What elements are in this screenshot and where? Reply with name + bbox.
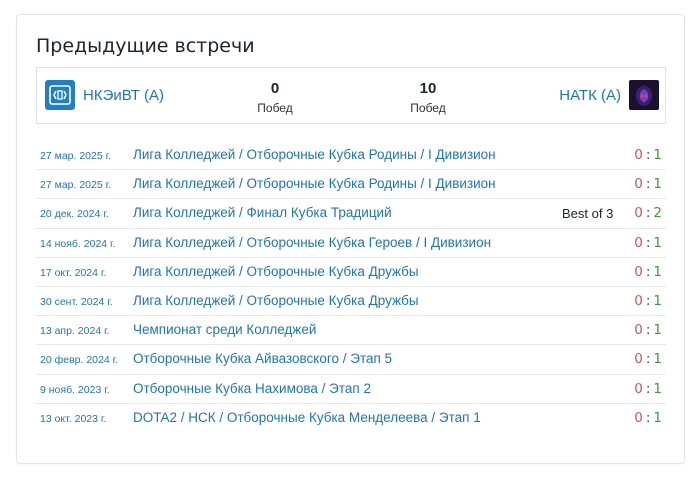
match-date[interactable]: 9 нояб. 2023 г. — [40, 384, 110, 396]
right-team[interactable]: НАТК (А) — [559, 80, 659, 110]
match-row[interactable]: 17 окт. 2024 г. Лига Колледжей / Отборочн… — [36, 258, 666, 287]
match-date[interactable]: 27 мар. 2025 г. — [40, 150, 111, 162]
score-left: 0 — [634, 147, 643, 163]
match-event-link[interactable]: DOTA2 / НСК / Отборочные Кубка Менделеев… — [133, 410, 481, 425]
match-event-link[interactable]: Лига Колледжей / Отборочные Кубка Героев… — [133, 235, 491, 250]
match-row[interactable]: 20 февр. 2024 г. Отборочные Кубка Айвазов… — [36, 345, 666, 375]
match-row[interactable]: 13 окт. 2023 г. DOTA2 / НСК / Отборочные … — [36, 404, 666, 433]
score-left: 0 — [634, 351, 643, 368]
score-right: 1 — [653, 263, 662, 280]
right-wins-count: 10 — [419, 80, 437, 97]
left-wins-stat: 0 Побед — [245, 80, 305, 117]
score-separator: : — [645, 292, 651, 309]
match-event-link[interactable]: Отборочные Кубка Айвазовского / Этап 5 — [133, 351, 392, 366]
match-row[interactable]: 9 нояб. 2023 г. Отборочные Кубка Нахимова… — [36, 375, 666, 404]
score-left: 0 — [634, 205, 643, 222]
score-separator: : — [645, 234, 651, 251]
score-separator: : — [645, 380, 651, 397]
section-title: Предыдущие встречи — [36, 35, 255, 57]
left-team[interactable]: НКЭиВТ (А) — [45, 80, 164, 110]
match-score[interactable]: 0:2 — [634, 205, 662, 221]
left-wins-count: 0 — [270, 80, 280, 97]
matches-list: 27 мар. 2025 г. Лига Колледжей / Отборочн… — [36, 141, 666, 433]
match-date[interactable]: 30 сент. 2024 г. — [40, 296, 113, 308]
score-separator: : — [645, 263, 651, 280]
match-row[interactable]: 20 дек. 2024 г. Лига Колледжей / Финал Ку… — [36, 199, 666, 229]
match-score[interactable]: 0:1 — [634, 381, 662, 397]
score-right: 1 — [653, 176, 662, 193]
score-right: 1 — [653, 409, 662, 426]
match-event-link[interactable]: Чемпионат среди Колледжей — [133, 322, 316, 337]
score-separator: : — [645, 322, 651, 339]
match-event-link[interactable]: Лига Колледжей / Отборочные Кубка Дружбы — [133, 264, 419, 279]
match-date[interactable]: 20 дек. 2024 г. — [40, 208, 109, 220]
score-left: 0 — [634, 263, 643, 280]
score-left: 0 — [634, 292, 643, 309]
score-right: 1 — [653, 380, 662, 397]
match-score[interactable]: 0:1 — [634, 176, 662, 192]
score-left: 0 — [634, 380, 643, 397]
match-date[interactable]: 17 окт. 2024 г. — [40, 267, 106, 279]
score-right: 1 — [653, 322, 662, 339]
match-score[interactable]: 0:1 — [634, 410, 662, 426]
score-left: 0 — [634, 409, 643, 426]
match-score[interactable]: 0:1 — [634, 264, 662, 280]
score-right: 1 — [653, 292, 662, 309]
score-separator: : — [645, 409, 651, 426]
match-score[interactable]: 0:1 — [634, 293, 662, 309]
match-date[interactable]: 14 нояб. 2024 г. — [40, 238, 116, 250]
score-left: 0 — [634, 234, 643, 251]
right-wins-label: Побед — [410, 101, 446, 115]
match-event-link[interactable]: Лига Колледжей / Финал Кубка Традиций — [133, 205, 392, 220]
match-format: Best of 3 — [562, 206, 614, 222]
match-row[interactable]: 30 сент. 2024 г. Лига Колледжей / Отбороч… — [36, 287, 666, 317]
left-team-name[interactable]: НКЭиВТ (А) — [83, 87, 164, 104]
left-wins-label: Побед — [257, 101, 293, 115]
nkeivt-logo-icon[interactable] — [45, 80, 75, 110]
match-event-link[interactable]: Лига Колледжей / Отборочные Кубка Родины… — [133, 176, 496, 191]
score-separator: : — [645, 205, 651, 222]
match-score[interactable]: 0:1 — [634, 351, 662, 367]
score-separator: : — [645, 147, 651, 163]
match-event-link[interactable]: Лига Колледжей / Отборочные Кубка Дружбы — [133, 293, 419, 308]
natk-logo-icon[interactable] — [629, 80, 659, 110]
match-row[interactable]: 14 нояб. 2024 г. Лига Колледжей / Отбороч… — [36, 229, 666, 258]
head-to-head-card: Предыдущие встречи НКЭиВТ (А) 0 Побед 10… — [16, 14, 685, 464]
score-separator: : — [645, 176, 651, 193]
right-team-name[interactable]: НАТК (А) — [559, 87, 621, 104]
score-left: 0 — [634, 322, 643, 339]
head-to-head-summary: НКЭиВТ (А) 0 Побед 10 Побед НАТК (А) — [36, 67, 666, 124]
score-right: 1 — [653, 351, 662, 368]
match-score[interactable]: 0:1 — [634, 322, 662, 338]
match-score[interactable]: 0:1 — [634, 235, 662, 251]
match-row[interactable]: 27 мар. 2025 г. Лига Колледжей / Отборочн… — [36, 141, 666, 171]
match-date[interactable]: 20 февр. 2024 г. — [40, 354, 118, 366]
score-left: 0 — [634, 176, 643, 193]
match-score[interactable]: 0:1 — [634, 147, 662, 163]
score-right: 2 — [653, 205, 662, 222]
match-date[interactable]: 13 окт. 2023 г. — [40, 413, 106, 425]
score-separator: : — [645, 351, 651, 368]
match-event-link[interactable]: Лига Колледжей / Отборочные Кубка Родины… — [133, 147, 496, 162]
match-row[interactable]: 13 апр. 2024 г. Чемпионат среди Колледжей… — [36, 316, 666, 346]
score-right: 1 — [653, 234, 662, 251]
match-row[interactable]: 27 мар. 2025 г. Лига Колледжей / Отборочн… — [36, 170, 666, 200]
right-wins-stat: 10 Побед — [398, 80, 458, 117]
match-date[interactable]: 27 мар. 2025 г. — [40, 179, 111, 191]
match-date[interactable]: 13 апр. 2024 г. — [40, 325, 110, 337]
match-event-link[interactable]: Отборочные Кубка Нахимова / Этап 2 — [133, 381, 371, 396]
score-right: 1 — [653, 147, 662, 163]
